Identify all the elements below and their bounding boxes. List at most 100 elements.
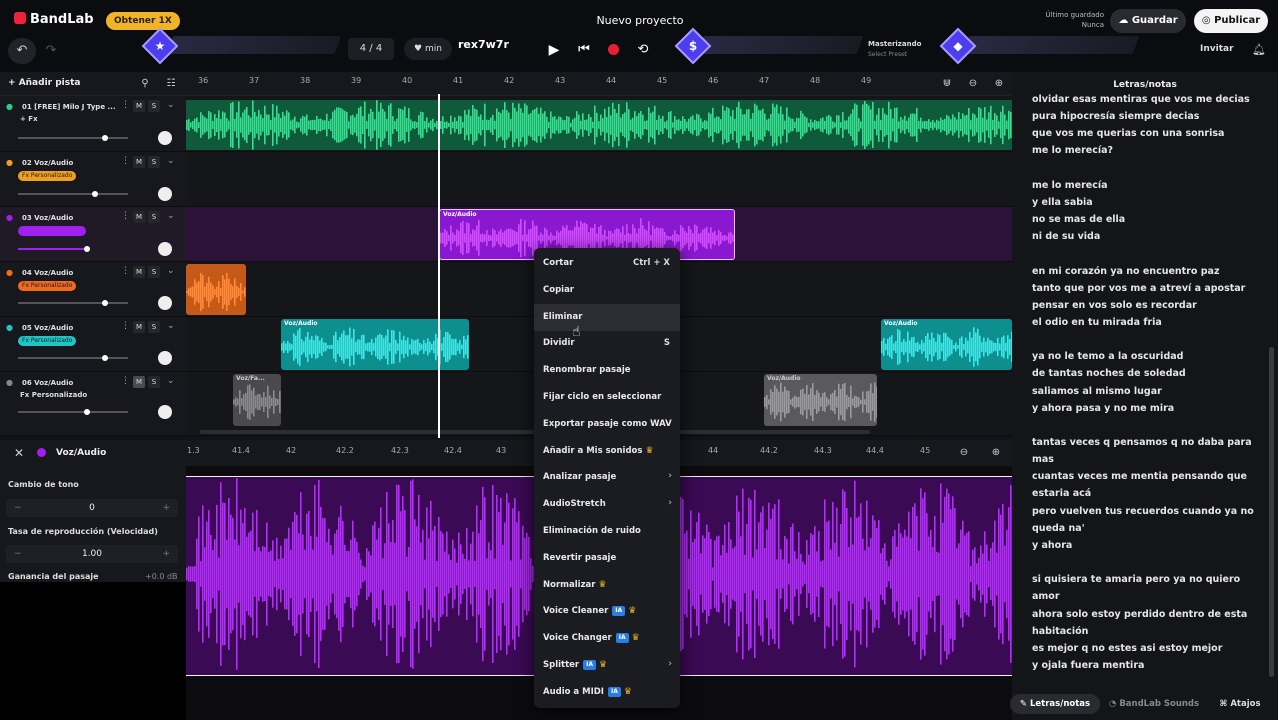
pan-knob[interactable]: [158, 351, 172, 365]
volume-slider[interactable]: [18, 355, 128, 361]
volume-handle[interactable]: [102, 300, 108, 306]
volume-handle[interactable]: [92, 191, 98, 197]
track-name[interactable]: 06 Voz/Audio: [22, 379, 73, 387]
mute-button[interactable]: M: [133, 321, 145, 333]
track-name[interactable]: 05 Voz/Audio: [22, 324, 73, 332]
lane-2[interactable]: [186, 152, 1012, 207]
track-header-6[interactable]: ● 06 Voz/Audio Fx Personalizado ⋮ M S ⌄: [0, 372, 186, 436]
mute-button[interactable]: M: [133, 100, 145, 112]
volume-slider[interactable]: [18, 135, 128, 141]
volume-slider[interactable]: [18, 409, 128, 415]
record-icon[interactable]: [608, 44, 619, 55]
volume-slider[interactable]: [18, 300, 128, 306]
chevron-down-icon[interactable]: ⌄: [167, 376, 175, 386]
pan-knob[interactable]: [158, 131, 172, 145]
minus-icon[interactable]: −: [14, 545, 22, 563]
context-menu-item[interactable]: Normalizar ♛: [534, 572, 680, 599]
volume-slider[interactable]: [18, 191, 128, 197]
mute-button[interactable]: M: [133, 266, 145, 278]
pitch-stepper[interactable]: − 0 +: [6, 499, 178, 517]
solo-button[interactable]: S: [148, 376, 160, 388]
settings-icon[interactable]: ☷: [160, 74, 182, 94]
more-icon[interactable]: ⋮: [121, 211, 130, 221]
context-menu-item[interactable]: Copiar: [534, 277, 680, 304]
mute-button[interactable]: M: [133, 211, 145, 223]
track-name[interactable]: 04 Voz/Audio: [22, 269, 73, 277]
track-header-2[interactable]: ● 02 Voz/Audio Fx Personalizado ⋮ M S ⌄: [0, 152, 186, 207]
context-menu-item[interactable]: Splitter IA ♛ ›: [534, 652, 680, 679]
pan-knob[interactable]: [158, 296, 172, 310]
context-menu-item[interactable]: Eliminar: [534, 303, 680, 331]
plus-icon[interactable]: +: [162, 545, 170, 563]
minus-icon[interactable]: −: [14, 499, 22, 517]
time-signature[interactable]: 4 / 4: [348, 38, 394, 60]
bell-icon[interactable]: 🔔︎: [1248, 40, 1270, 60]
volume-handle[interactable]: [102, 135, 108, 141]
volume-handle[interactable]: [84, 246, 90, 252]
solo-button[interactable]: S: [148, 321, 160, 333]
lyrics-scrollbar[interactable]: [1269, 347, 1274, 677]
volume-handle[interactable]: [84, 409, 90, 415]
bandlab-logo[interactable]: BandLab: [14, 12, 94, 27]
zoom-out-icon[interactable]: ⊖: [962, 74, 984, 94]
track-name[interactable]: 01 [FREE] Milo J Type ...: [22, 103, 115, 111]
chevron-down-icon[interactable]: ⌄: [167, 156, 175, 166]
solo-button[interactable]: S: [148, 100, 160, 112]
context-menu-item[interactable]: Analizar pasaje ›: [534, 464, 680, 491]
volume-handle[interactable]: [102, 355, 108, 361]
more-icon[interactable]: ⋮: [121, 100, 130, 110]
track-name[interactable]: 03 Voz/Audio: [22, 214, 73, 222]
chevron-down-icon[interactable]: ⌄: [167, 266, 175, 276]
track-header-3[interactable]: ● 03 Voz/Audio ⋮ M S ⌄: [0, 207, 186, 262]
chevron-down-icon[interactable]: ⌄: [167, 321, 175, 331]
context-menu-item[interactable]: Voice Cleaner IA ♛: [534, 598, 680, 625]
clip[interactable]: [186, 264, 246, 315]
tempo-display[interactable]: ♥ min: [404, 38, 452, 60]
fx-preset-label[interactable]: Fx Personalizado: [20, 391, 87, 399]
lane-1[interactable]: [186, 96, 1012, 152]
undo-icon[interactable]: ↶: [8, 38, 36, 64]
play-icon[interactable]: ▶: [543, 40, 565, 60]
project-title[interactable]: Nuevo proyecto: [560, 14, 720, 27]
invite-button[interactable]: Invitar: [1200, 44, 1234, 54]
context-menu-item[interactable]: Fijar ciclo en seleccionar: [534, 384, 680, 411]
more-icon[interactable]: ⋮: [121, 376, 130, 386]
close-icon[interactable]: ✕: [8, 443, 30, 463]
upgrade-button[interactable]: Obtener 1X: [106, 12, 180, 30]
waveform-clip-1[interactable]: [186, 100, 1012, 150]
context-menu-item[interactable]: Dividir S: [534, 330, 680, 357]
solo-button[interactable]: S: [148, 211, 160, 223]
add-track-button[interactable]: + Añadir pista: [8, 78, 81, 88]
key-display[interactable]: rex7w7r: [458, 38, 509, 51]
context-menu-item[interactable]: Renombrar pasaje: [534, 357, 680, 384]
track-name[interactable]: 02 Voz/Audio: [22, 159, 73, 167]
clip[interactable]: Voz/Audio: [281, 319, 469, 370]
save-button[interactable]: ☁ Guardar: [1110, 9, 1186, 33]
context-menu-item[interactable]: Cortar Ctrl + X: [534, 250, 680, 277]
clip[interactable]: Voz/Audio: [764, 374, 877, 426]
rewind-icon[interactable]: ⏮: [573, 40, 595, 60]
mastering-label[interactable]: Masterizando: [868, 40, 921, 48]
redo-icon[interactable]: ↷: [40, 41, 62, 61]
mastering-preset[interactable]: Select Preset: [868, 51, 907, 58]
lyrics-textarea[interactable]: olvidar esas mentiras que vos me decias p…: [1018, 94, 1262, 684]
tab-bandlab-sounds[interactable]: ◔ BandLab Sounds: [1104, 694, 1204, 714]
context-menu-item[interactable]: AudioStretch ›: [534, 491, 680, 518]
pan-knob[interactable]: [158, 187, 172, 201]
fx-preset-badge[interactable]: Fx Personalizado: [18, 171, 77, 181]
pan-knob[interactable]: [158, 405, 172, 419]
context-menu-item[interactable]: Eliminación de ruido: [534, 518, 680, 545]
track-header-5[interactable]: ● 05 Voz/Audio Fx Personalizado ⋮ M S ⌄: [0, 317, 186, 372]
solo-button[interactable]: S: [148, 266, 160, 278]
context-menu-item[interactable]: Audio a MIDI IA ♛: [534, 679, 680, 706]
mute-button[interactable]: M: [133, 376, 145, 388]
pan-knob[interactable]: [158, 242, 172, 256]
fx-preset-badge[interactable]: Fx Personalizado: [18, 281, 77, 291]
clip[interactable]: Voz/Fa...: [233, 374, 281, 426]
more-icon[interactable]: ⋮: [121, 156, 130, 166]
fx-button[interactable]: + Fx: [20, 115, 38, 123]
timeline-ruler[interactable]: 36 37 38 39 40 41 42 43 44 45 46 47 48 4…: [186, 72, 1012, 96]
context-menu-item[interactable]: Exportar pasaje como WAV: [534, 411, 680, 438]
tab-lyrics[interactable]: ✎ Letras/notas: [1010, 694, 1100, 714]
context-menu-item[interactable]: Voice Changer IA ♛: [534, 625, 680, 652]
